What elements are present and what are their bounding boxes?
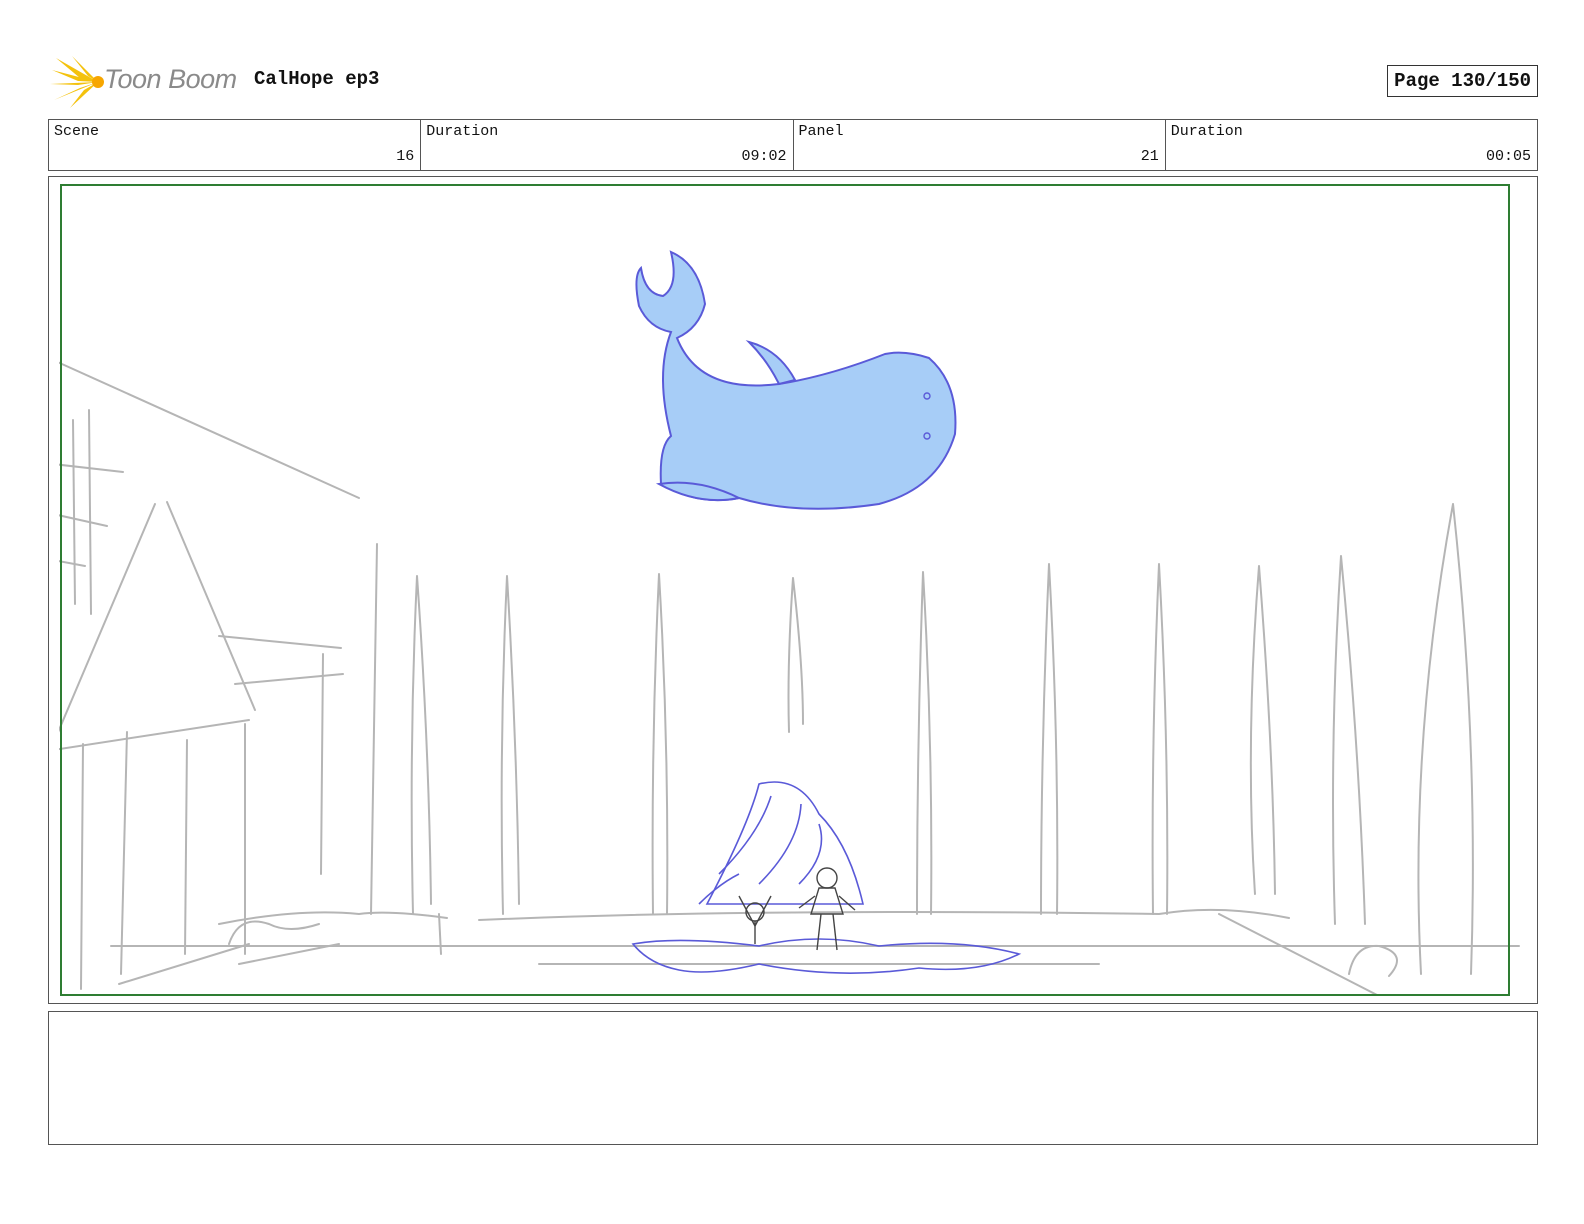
panel-label: Panel — [798, 123, 844, 140]
page-number: Page 130/150 — [1387, 65, 1538, 97]
characters — [738, 867, 856, 951]
panel-duration-value: 00:05 — [1485, 148, 1531, 165]
panel-value: 21 — [1140, 148, 1159, 165]
burst-icon — [50, 56, 104, 108]
scene-value: 16 — [396, 148, 415, 165]
puddle — [631, 938, 1022, 974]
scene-duration-label: Duration — [426, 123, 499, 140]
panel-duration-label: Duration — [1170, 123, 1243, 140]
storyboard-sketch — [59, 250, 1520, 996]
storyboard-header: Toon Boom CalHope ep3 Page 130/150 — [48, 52, 1538, 110]
panel-duration-cell: Duration 00:05 — [1166, 120, 1537, 170]
panel-frame — [48, 176, 1538, 1004]
notes-box — [48, 1011, 1538, 1145]
tree-scribble — [698, 781, 865, 905]
scene-duration-value: 09:02 — [741, 148, 787, 165]
scene-cell: Scene 16 — [49, 120, 422, 170]
project-title: CalHope ep3 — [254, 68, 380, 90]
scene-duration-cell: Duration 09:02 — [421, 120, 794, 170]
panel-cell: Panel 21 — [794, 120, 1166, 170]
toon-boom-logo: Toon Boom — [50, 54, 240, 108]
scene-info-table: Scene 16 Duration 09:02 Panel 21 Duratio… — [48, 119, 1538, 171]
scene-label: Scene — [54, 123, 100, 140]
whale — [635, 250, 957, 510]
logo-text: Toon Boom — [104, 64, 237, 94]
